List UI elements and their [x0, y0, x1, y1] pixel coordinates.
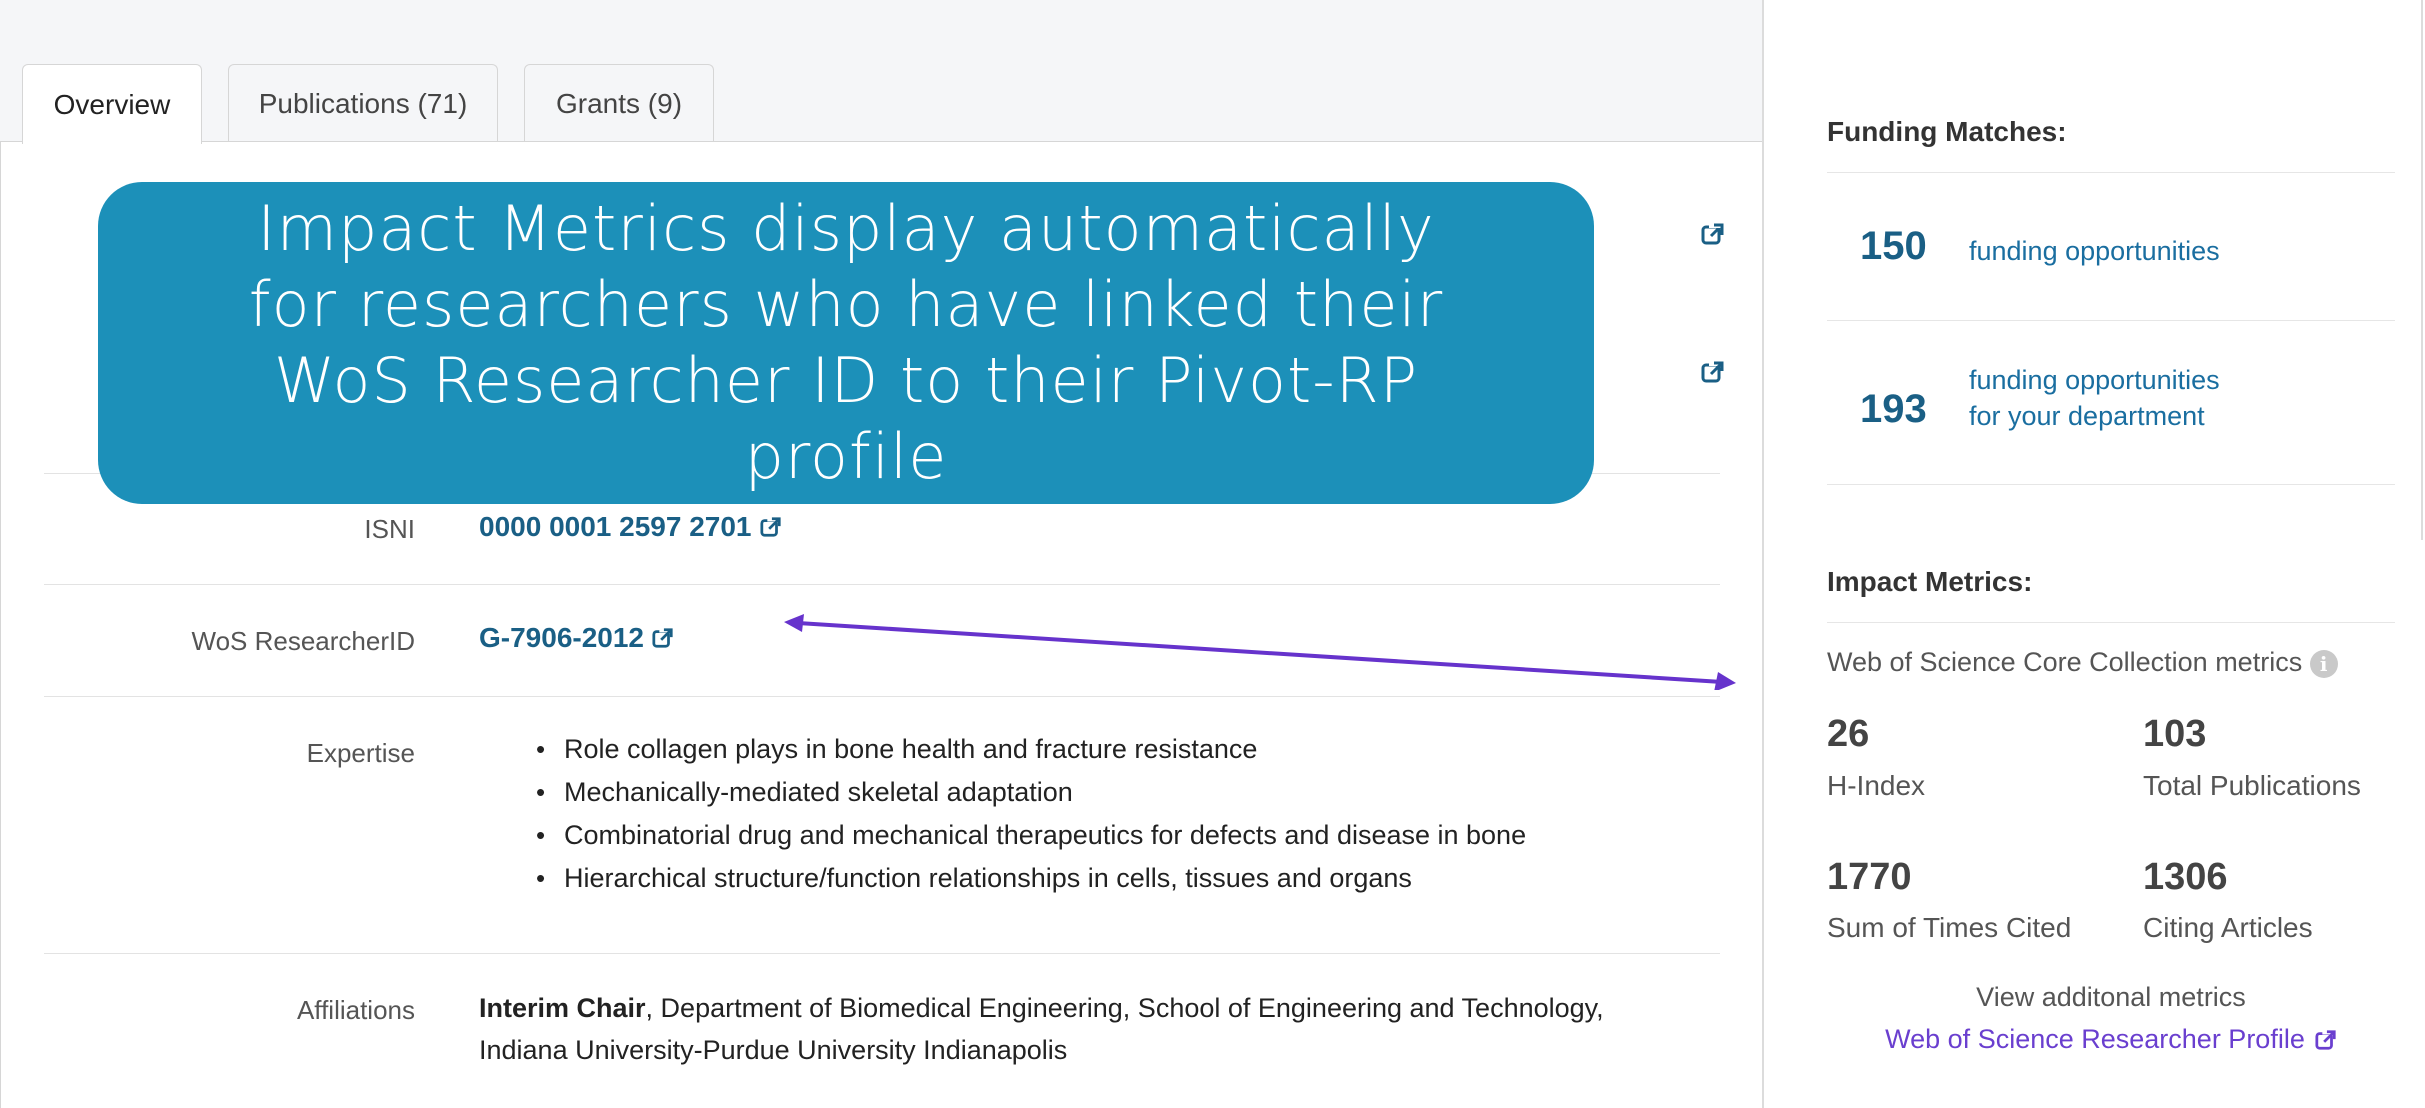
affiliation-title: Interim Chair — [479, 993, 646, 1023]
citing-articles-label: Citing Articles — [2143, 912, 2313, 943]
isni-value: 0000 0001 2597 2701 — [479, 511, 752, 542]
wos-profile-link-text: Web of Science Researcher Profile — [1885, 1024, 2305, 1054]
times-cited-label: Sum of Times Cited — [1827, 912, 2072, 943]
affiliation-line2: Indiana University-Purdue University Ind… — [479, 1035, 1068, 1065]
list-item: Role collagen plays in bone health and f… — [530, 728, 1526, 771]
isni-label: ISNI — [364, 514, 415, 544]
callout-text: Impact Metrics display automatically for… — [248, 192, 1444, 493]
scrollbar-edge — [2421, 0, 2423, 540]
callout-banner: Impact Metrics display automatically for… — [98, 182, 1594, 504]
sidebar-divider — [1827, 484, 2395, 485]
department-funding-link[interactable]: funding opportunities for your departmen… — [1969, 362, 2220, 434]
info-icon[interactable]: i — [2309, 649, 2338, 678]
funding-link-text: for your department — [1969, 401, 2205, 431]
tab-overview[interactable]: Overview — [22, 64, 202, 144]
expertise-label: Expertise — [306, 738, 415, 768]
funding-link-text: funding opportunities — [1969, 365, 2220, 395]
citing-articles-value: 1306 — [2143, 856, 2228, 898]
sidebar-divider — [1827, 320, 2395, 321]
funding-opportunities-link[interactable]: funding opportunities — [1969, 233, 2220, 269]
external-link-icon[interactable] — [1701, 222, 1725, 246]
tab-publications-label: Publications (71) — [258, 87, 468, 119]
tab-overview-label: Overview — [53, 88, 171, 120]
external-link-icon[interactable] — [1701, 360, 1725, 384]
list-item: Mechanically-mediated skeletal adaptatio… — [530, 771, 1526, 814]
funding-count: 150 — [1860, 224, 1927, 268]
row-divider — [44, 953, 1720, 954]
metrics-source: Web of Science Core Collection metrics i — [1827, 647, 2338, 678]
annotation-arrow — [784, 614, 1736, 690]
wos-researcher-profile-link[interactable]: Web of Science Researcher Profile — [1827, 1024, 2395, 1055]
row-divider — [44, 696, 1720, 697]
h-index-label: H-Index — [1827, 770, 1926, 801]
funding-count-department: 193 — [1860, 387, 1927, 431]
external-link-icon — [652, 627, 675, 648]
external-link-icon — [2315, 1028, 2337, 1050]
wos-researcherid-link[interactable]: G-7906-2012 — [479, 622, 675, 654]
tab-publications[interactable]: Publications (71) — [228, 64, 498, 142]
view-additional-metrics-text: View additonal metrics — [1976, 982, 2246, 1012]
list-item: Combinatorial drug and mechanical therap… — [530, 814, 1526, 857]
list-item: Hierarchical structure/function relation… — [530, 857, 1526, 900]
wos-label: WoS ResearcherID — [191, 626, 416, 656]
h-index-value: 26 — [1827, 713, 1870, 755]
tab-grants[interactable]: Grants (9) — [524, 64, 714, 142]
total-publications-value: 103 — [2143, 713, 2207, 755]
external-link-icon — [759, 516, 782, 537]
sidebar-divider — [1762, 0, 1764, 1108]
funding-matches-heading: Funding Matches: — [1827, 116, 2067, 147]
affiliations-text: Interim Chair, Department of Biomedical … — [479, 987, 1679, 1071]
metrics-source-text: Web of Science Core Collection metrics — [1827, 647, 2303, 677]
total-publications-label: Total Publications — [2143, 770, 2361, 801]
isni-link[interactable]: 0000 0001 2597 2701 — [479, 511, 782, 543]
tab-grants-label: Grants (9) — [555, 87, 683, 119]
wos-researcherid-value: G-7906-2012 — [479, 622, 645, 653]
expertise-list: Role collagen plays in bone health and f… — [530, 728, 1526, 900]
row-divider — [44, 584, 1720, 585]
affiliations-label: Affiliations — [296, 995, 415, 1025]
impact-metrics-heading: Impact Metrics: — [1827, 566, 2033, 597]
funding-link-text: funding opportunities — [1969, 236, 2220, 266]
sidebar-divider — [1827, 172, 2395, 173]
sidebar-divider — [1827, 622, 2395, 623]
times-cited-value: 1770 — [1827, 856, 1912, 898]
affiliation-line1: , Department of Biomedical Engineering, … — [645, 993, 1604, 1023]
